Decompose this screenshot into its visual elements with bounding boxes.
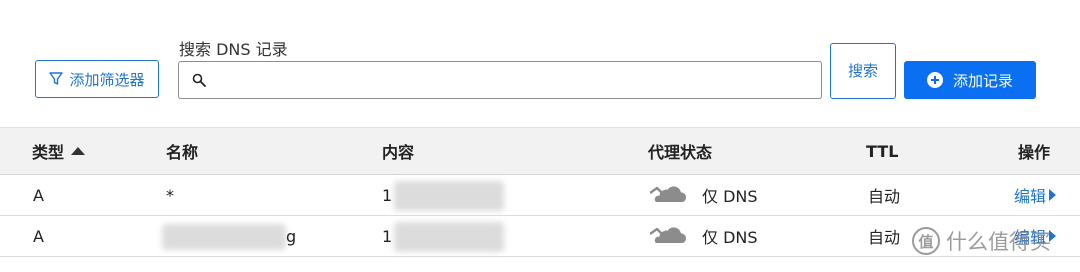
- search-input[interactable]: [214, 64, 821, 96]
- filter-icon: [49, 72, 64, 85]
- proxy-status: 仅 DNS: [650, 175, 758, 215]
- column-header-content[interactable]: 内容: [382, 128, 414, 174]
- add-filter-button[interactable]: 添加筛选器: [35, 60, 159, 98]
- column-header-name[interactable]: 名称: [166, 128, 198, 174]
- search-icon: [192, 73, 206, 87]
- search-field-label: 搜索 DNS 记录: [179, 40, 288, 59]
- record-type: A: [33, 226, 44, 246]
- column-header-ttl[interactable]: TTL: [866, 128, 898, 174]
- search-box[interactable]: [178, 61, 822, 99]
- plus-circle-icon: [926, 72, 943, 88]
- column-header-actions: 操作: [1018, 143, 1051, 162]
- proxy-status-label: 仅 DNS: [702, 228, 758, 247]
- redacted-name: [162, 224, 286, 250]
- search-button[interactable]: 搜索: [830, 43, 896, 99]
- watermark-badge: 值: [912, 227, 940, 255]
- table-header: 类型 名称 内容 代理状态 TTL 操作: [0, 127, 1080, 175]
- cloud-dns-only-icon: [650, 186, 687, 202]
- record-content: 1: [382, 185, 393, 205]
- watermark-text: 什么值得买: [946, 230, 1051, 254]
- record-name: *: [166, 185, 174, 205]
- proxy-status: 仅 DNS: [650, 216, 758, 256]
- record-type: A: [33, 185, 44, 205]
- add-record-label: 添加记录: [952, 71, 1013, 90]
- add-filter-label: 添加筛选器: [69, 70, 145, 89]
- redacted-content: [394, 222, 504, 252]
- record-name: g: [286, 226, 297, 246]
- edit-label: 编辑: [1014, 187, 1047, 206]
- record-ttl: 自动: [868, 228, 901, 247]
- add-record-button[interactable]: 添加记录: [904, 61, 1036, 99]
- record-content: 1: [382, 226, 393, 246]
- edit-link[interactable]: 编辑: [1014, 175, 1057, 215]
- search-button-label: 搜索: [847, 61, 878, 80]
- column-header-type[interactable]: 类型: [32, 128, 86, 174]
- dns-records-page: 添加筛选器 搜索 DNS 记录 搜索 添加记录 类型 名称 内容 代理状态 TT…: [0, 0, 1080, 272]
- cloud-dns-only-icon: [650, 227, 687, 243]
- table-row[interactable]: A * 1 仅 DNS 自动 编辑: [0, 175, 1080, 216]
- proxy-status-label: 仅 DNS: [702, 187, 758, 206]
- record-ttl: 自动: [868, 187, 901, 206]
- redacted-content: [394, 181, 504, 211]
- column-header-proxy-status[interactable]: 代理状态: [648, 128, 712, 174]
- watermark: 值 什么值得买: [912, 226, 1051, 256]
- caret-right-icon: [1049, 189, 1057, 201]
- sort-ascending-icon: [71, 147, 86, 155]
